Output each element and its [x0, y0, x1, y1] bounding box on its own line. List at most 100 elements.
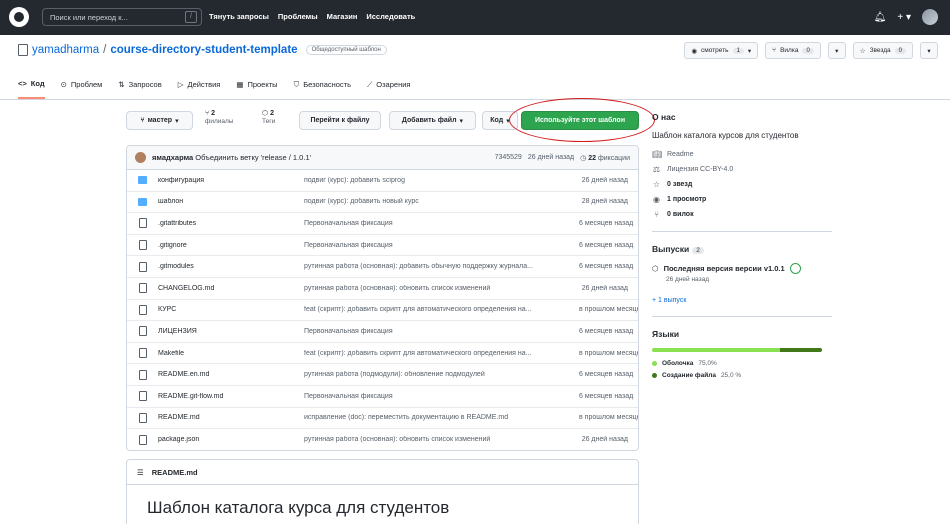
file-icon	[139, 261, 147, 272]
nav-explore[interactable]: Исследовать	[366, 12, 415, 21]
branch-icon: ⑂	[205, 110, 210, 117]
file-row: .gitattributes Первоначальная фиксация 6 м…	[127, 213, 638, 235]
github-logo-icon[interactable]	[9, 7, 29, 27]
stars-link[interactable]: ☆ 0 звезд	[652, 180, 832, 189]
commit-author-avatar[interactable]	[135, 152, 146, 163]
language-list: Оболочка 75,0% Создание файла 25,0 %	[652, 360, 832, 379]
file-commit-message[interactable]: Первоначальная фиксация	[304, 242, 579, 249]
file-name-link[interactable]: ЛИЦЕНЗИЯ	[158, 328, 304, 335]
license-link[interactable]: ⚖ Лицензия CC-BY-4.0	[652, 165, 832, 174]
file-name-link[interactable]: .gitmodules	[158, 263, 304, 270]
file-commit-message[interactable]: feat (скрипт): добавить скрипт для автом…	[304, 350, 579, 357]
file-commit-message[interactable]: рутинная работа (основная): обновить спи…	[304, 436, 579, 443]
language-name: Оболочка	[662, 360, 694, 367]
file-name-link[interactable]: .gitattributes	[158, 220, 304, 227]
file-commit-message[interactable]: подвиг (курс): добавить sciprog	[304, 177, 579, 184]
star-button[interactable]: ☆ Звезда 0	[852, 42, 913, 59]
language-item[interactable]: Оболочка 75,0%	[652, 360, 832, 367]
file-commit-message[interactable]: исправление (doc): переместить документа…	[304, 414, 579, 421]
fork-button[interactable]: ⑂ Вилка 0	[765, 42, 821, 59]
file-commit-message[interactable]: Первоначальная фиксация	[304, 393, 579, 400]
commit-hash[interactable]: 7345529	[495, 154, 522, 162]
commit-meta: 7345529 26 дней назад ◷ 22 фиксации	[495, 154, 630, 162]
language-bar-segment	[779, 348, 822, 352]
language-bar	[652, 348, 822, 352]
readme-filename: README.md	[151, 467, 198, 477]
visibility-badge: Общедоступный шаблон	[305, 45, 387, 55]
file-icon	[139, 283, 147, 294]
tab-pull-requests[interactable]: ⇅ Запросов	[118, 79, 161, 99]
file-commit-message[interactable]: Первоначальная фиксация	[304, 220, 579, 227]
go-to-file-button[interactable]: Перейти к файлу	[299, 111, 381, 130]
latest-release-link[interactable]: ⬡ Последняя версия версии v1.0.1	[652, 263, 832, 274]
header-actions: 🔔︎ + ▾	[874, 9, 938, 25]
tab-projects[interactable]: ▦ Проекты	[236, 79, 277, 99]
nav-pull-requests[interactable]: Тянуть запросы	[209, 12, 269, 21]
file-commit-message[interactable]: feat (скрипт): добавить скрипт для автом…	[304, 306, 579, 313]
file-name-link[interactable]: КУРС	[158, 306, 304, 313]
folder-icon	[138, 197, 147, 206]
file-name-link[interactable]: .gitignore	[158, 242, 304, 249]
file-name-link[interactable]: package.json	[158, 436, 304, 443]
file-commit-message[interactable]: рутинная работа (основная): обновить спи…	[304, 285, 579, 292]
file-row: .gitignore Первоначальная фиксация 6 месяц…	[127, 235, 638, 257]
file-commit-time: 6 месяцев назад	[579, 327, 634, 335]
watchers-link[interactable]: ◉ 1 просмотр	[652, 195, 832, 204]
avatar[interactable]	[922, 9, 938, 25]
more-releases-link[interactable]: + 1 выпуск	[652, 297, 832, 304]
file-name-link[interactable]: конфигурация	[158, 177, 304, 184]
tab-security[interactable]: ⛉ Безопасность	[294, 79, 351, 99]
language-bar-segment	[652, 348, 780, 352]
commit-time: 26 дней назад	[527, 153, 575, 161]
commit-author[interactable]: ямадхарма	[152, 153, 193, 162]
repo-name-link[interactable]: course-directory-student-template	[110, 44, 297, 56]
file-name-link[interactable]: README.git-flow.md	[158, 393, 304, 400]
tag-icon: ⬡	[652, 264, 659, 273]
releases-heading[interactable]: Выпуски 2	[652, 244, 832, 254]
fork-count: 0	[802, 47, 814, 54]
star-dropdown-button[interactable]: ▾	[920, 42, 938, 59]
file-commit-message[interactable]: подвиг (курс): добавить новый курс	[304, 198, 579, 205]
list-icon[interactable]: ☰	[137, 468, 144, 477]
file-name-link[interactable]: README.en.md	[158, 371, 304, 378]
latest-release-title: Последняя версия версии v1.0.1	[663, 264, 785, 273]
file-name-link[interactable]: Makefile	[158, 350, 304, 357]
repo-tabs: <> Код ⊙ Проблем ⇅ Запросов ▷ Действия ▦…	[18, 79, 410, 99]
file-commit-message[interactable]: рутинная работа (основная): добавить обы…	[304, 263, 579, 270]
chevron-down-icon: ▾	[747, 47, 752, 55]
branches-link[interactable]: ⑂ 2 филиалы	[205, 110, 233, 126]
branch-select-button[interactable]: ⑂ мастер ▾	[126, 111, 193, 130]
repo-owner-link[interactable]: yamadharma	[32, 44, 99, 56]
add-file-button[interactable]: Добавить файл ▾	[389, 111, 476, 130]
bell-icon[interactable]: 🔔︎	[874, 12, 887, 23]
commits-link[interactable]: ◷ 22 фиксации	[580, 154, 630, 162]
file-name-link[interactable]: шаблон	[158, 198, 304, 205]
star-count: 0	[894, 47, 906, 54]
watch-button[interactable]: ◉ смотреть 1 ▾	[684, 42, 759, 59]
tab-code[interactable]: <> Код	[18, 79, 45, 99]
sidebar: О нас Шаблон каталога курсов для студент…	[652, 112, 832, 384]
language-item[interactable]: Создание файла 25,0 %	[652, 372, 832, 379]
fork-dropdown-button[interactable]: ▾	[827, 42, 846, 59]
play-icon: ▷	[177, 80, 184, 89]
tab-issues[interactable]: ⊙ Проблем	[61, 79, 103, 99]
nav-marketplace[interactable]: Магазин	[327, 12, 358, 21]
file-name-link[interactable]: README.md	[158, 414, 304, 421]
search-input[interactable]: Поиск или переход к... /	[42, 8, 202, 26]
file-icon	[139, 218, 147, 229]
readme-title: Шаблон каталога курса для студентов	[147, 498, 450, 517]
tags-count: 2	[270, 110, 274, 117]
commit-message[interactable]: Объединить ветку 'release / 1.0.1'	[195, 153, 311, 162]
tags-link[interactable]: ⬡ 2 Теги	[262, 110, 275, 126]
tab-actions[interactable]: ▷ Действия	[178, 79, 221, 99]
file-commit-message[interactable]: рутинная работа (подмодули): обновление …	[304, 371, 579, 378]
file-icon	[139, 240, 147, 251]
star-icon: ☆	[859, 47, 866, 55]
tab-insights[interactable]: ⟋ Озарения	[367, 79, 410, 99]
plus-icon[interactable]: + ▾	[897, 12, 911, 23]
readme-link[interactable]: 📖︎ Readme	[652, 150, 832, 159]
file-commit-message[interactable]: Первоначальная фиксация	[304, 328, 579, 335]
file-name-link[interactable]: CHANGELOG.md	[158, 285, 304, 292]
forks-link[interactable]: ⑂ 0 вилок	[652, 210, 832, 219]
nav-issues[interactable]: Проблемы	[278, 12, 318, 21]
